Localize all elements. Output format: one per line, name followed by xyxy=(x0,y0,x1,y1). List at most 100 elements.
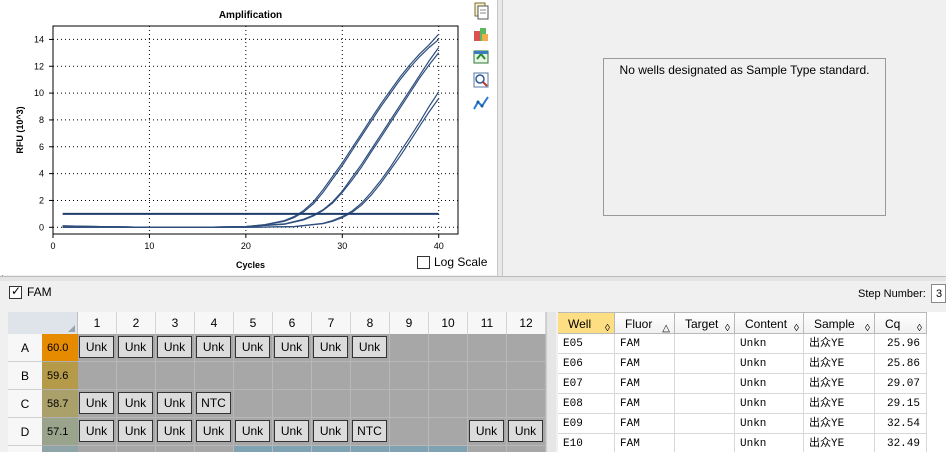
plate-column-12[interactable]: 12 xyxy=(507,312,546,334)
table-row[interactable]: E07 FAM Unkn 出众YE 29.07 xyxy=(558,374,946,394)
log-scale-option[interactable]: Log Scale xyxy=(417,255,487,269)
plate-well[interactable]: Unk xyxy=(156,390,195,418)
plate-well[interactable]: Unk xyxy=(312,334,351,362)
table-row[interactable]: E10 FAM Unkn 出众YE 32.49 xyxy=(558,434,946,452)
plate-well[interactable] xyxy=(78,362,117,390)
plate-well[interactable] xyxy=(468,446,507,452)
plate-well[interactable] xyxy=(273,362,312,390)
plate-scrollbar[interactable] xyxy=(546,312,556,452)
plate-well[interactable]: Unk xyxy=(273,334,312,362)
plate-column-10[interactable]: 10 xyxy=(429,312,468,334)
plate-well[interactable] xyxy=(351,446,390,452)
plate-row-header[interactable]: D xyxy=(8,418,42,446)
zoom-icon[interactable] xyxy=(472,71,490,89)
plate-well[interactable]: Unk xyxy=(507,418,546,446)
plate-well[interactable]: Unk xyxy=(78,418,117,446)
plate-well[interactable] xyxy=(429,362,468,390)
plate-corner-selector[interactable] xyxy=(8,312,78,334)
plate-well[interactable] xyxy=(78,446,117,452)
plate-well[interactable]: Unk xyxy=(156,334,195,362)
plate-well[interactable]: Unk xyxy=(234,418,273,446)
plate-column-11[interactable]: 11 xyxy=(468,312,507,334)
plate-well[interactable]: Unk xyxy=(351,334,390,362)
table-row[interactable]: E05 FAM Unkn 出众YE 25.96 xyxy=(558,334,946,354)
plate-well[interactable] xyxy=(507,390,546,418)
export-icon[interactable] xyxy=(472,25,490,43)
table-row[interactable]: E09 FAM Unkn 出众YE 32.54 xyxy=(558,414,946,434)
plate-well[interactable] xyxy=(429,446,468,452)
plate-well[interactable] xyxy=(390,362,429,390)
plate-well[interactable]: Unk xyxy=(78,334,117,362)
plate-well[interactable] xyxy=(234,390,273,418)
plate-well[interactable]: NTC xyxy=(195,390,234,418)
plate-well[interactable] xyxy=(234,362,273,390)
plate-well[interactable] xyxy=(429,418,468,446)
plate-column-5[interactable]: 5 xyxy=(234,312,273,334)
plate-well[interactable]: Unk xyxy=(78,390,117,418)
plate-well[interactable]: Unk xyxy=(195,418,234,446)
plate-well[interactable] xyxy=(273,446,312,452)
column-header-well[interactable]: Well ◊ xyxy=(558,312,615,334)
refresh-icon[interactable] xyxy=(472,48,490,66)
plate-well[interactable] xyxy=(390,390,429,418)
analysis-icon[interactable] xyxy=(472,94,490,112)
plate-row-header[interactable] xyxy=(8,446,42,452)
plate-well[interactable] xyxy=(468,390,507,418)
plate-well[interactable] xyxy=(351,362,390,390)
plate-well[interactable]: Unk xyxy=(117,418,156,446)
plate-well[interactable] xyxy=(234,446,273,452)
plate-well[interactable] xyxy=(507,334,546,362)
plate-well[interactable] xyxy=(117,362,156,390)
plate-well[interactable]: Unk xyxy=(195,334,234,362)
plate-well[interactable] xyxy=(156,362,195,390)
plate-well[interactable] xyxy=(195,446,234,452)
plate-well[interactable] xyxy=(195,362,234,390)
plate-well[interactable] xyxy=(429,334,468,362)
plate-column-8[interactable]: 8 xyxy=(351,312,390,334)
plate-column-4[interactable]: 4 xyxy=(195,312,234,334)
plate-well[interactable] xyxy=(390,418,429,446)
plate-column-7[interactable]: 7 xyxy=(312,312,351,334)
plate-well[interactable] xyxy=(429,390,468,418)
plate-well[interactable]: Unk xyxy=(273,418,312,446)
log-scale-checkbox[interactable] xyxy=(417,255,430,269)
plate-row-header[interactable]: C xyxy=(8,390,42,418)
plate-well[interactable]: Unk xyxy=(312,418,351,446)
plate-well[interactable]: Unk xyxy=(156,418,195,446)
fam-checkbox[interactable] xyxy=(9,284,22,299)
table-row[interactable]: E08 FAM Unkn 出众YE 29.15 xyxy=(558,394,946,414)
column-header-fluor[interactable]: Fluor △ xyxy=(615,312,675,334)
plate-row-header[interactable]: A xyxy=(8,334,42,362)
plate-column-1[interactable]: 1 xyxy=(78,312,117,334)
plate-well[interactable] xyxy=(312,390,351,418)
fam-option[interactable]: FAM xyxy=(9,284,52,299)
plate-well[interactable]: Unk xyxy=(468,418,507,446)
plate-well[interactable] xyxy=(312,446,351,452)
plate-well[interactable] xyxy=(312,362,351,390)
plate-well[interactable] xyxy=(156,446,195,452)
plate-well[interactable] xyxy=(351,390,390,418)
column-header-cq[interactable]: Cq ◊ xyxy=(875,312,927,334)
plate-well[interactable] xyxy=(468,362,507,390)
step-number-field[interactable]: 3 xyxy=(931,284,946,303)
copy-icon[interactable] xyxy=(472,2,490,20)
plate-well[interactable] xyxy=(390,446,429,452)
plate-well[interactable] xyxy=(468,334,507,362)
plate-well[interactable] xyxy=(117,446,156,452)
plate-column-6[interactable]: 6 xyxy=(273,312,312,334)
plate-well[interactable] xyxy=(507,446,546,452)
plate-column-9[interactable]: 9 xyxy=(390,312,429,334)
plate-well[interactable]: Unk xyxy=(234,334,273,362)
table-row[interactable]: E06 FAM Unkn 出众YE 25.86 xyxy=(558,354,946,374)
column-header-sample[interactable]: Sample ◊ xyxy=(804,312,875,334)
plate-well[interactable] xyxy=(507,362,546,390)
plate-column-3[interactable]: 3 xyxy=(156,312,195,334)
plate-well[interactable] xyxy=(390,334,429,362)
plate-row-header[interactable]: B xyxy=(8,362,42,390)
plate-well[interactable]: Unk xyxy=(117,334,156,362)
plate-well[interactable] xyxy=(273,390,312,418)
plate-well[interactable]: Unk xyxy=(117,390,156,418)
column-header-target[interactable]: Target ◊ xyxy=(675,312,735,334)
column-header-content[interactable]: Content ◊ xyxy=(735,312,804,334)
plate-column-2[interactable]: 2 xyxy=(117,312,156,334)
